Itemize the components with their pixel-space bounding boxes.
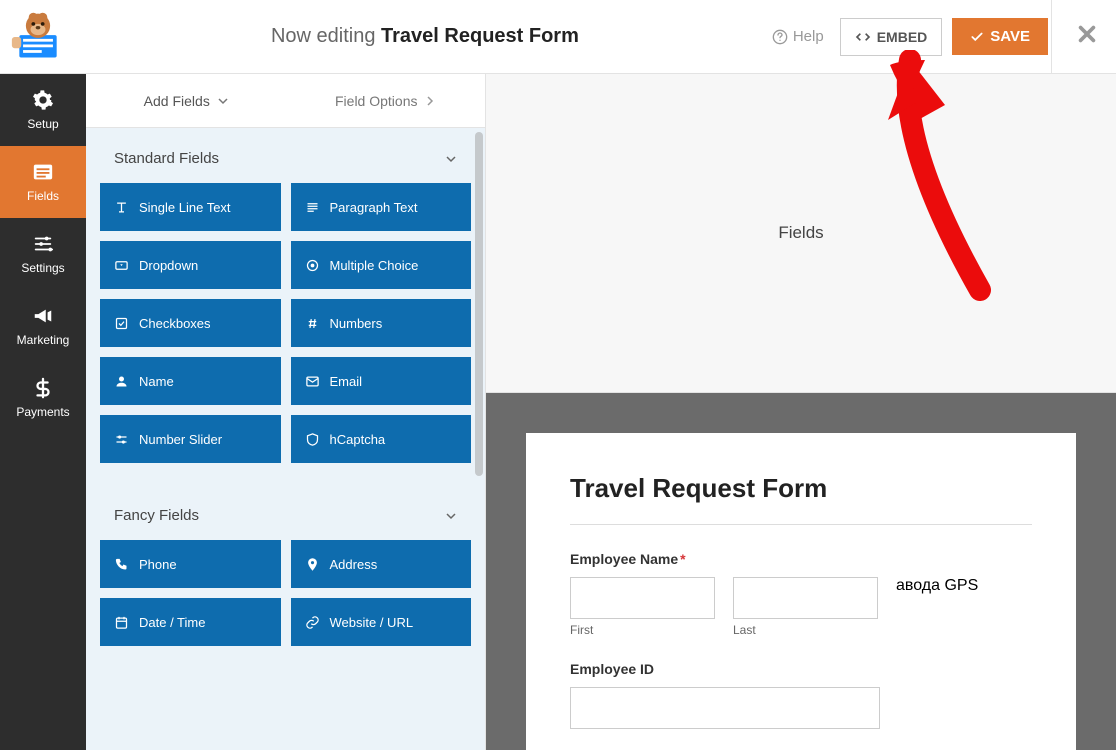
field-dropdown[interactable]: Dropdown bbox=[100, 241, 281, 289]
close-icon bbox=[1076, 23, 1098, 45]
help-icon bbox=[772, 29, 788, 45]
field-number-slider[interactable]: Number Slider bbox=[100, 415, 281, 463]
field-hcaptcha[interactable]: hCaptcha bbox=[291, 415, 472, 463]
list-icon bbox=[32, 161, 54, 183]
top-actions: Help EMBED SAVE bbox=[772, 18, 1098, 56]
gear-icon bbox=[32, 89, 54, 111]
chevron-down-icon bbox=[445, 153, 457, 165]
main-area: Setup Fields Settings Marketing Payments… bbox=[0, 74, 1116, 750]
tab-add-fields[interactable]: Add Fields bbox=[86, 74, 286, 128]
text-icon bbox=[114, 200, 129, 215]
help-label: Help bbox=[793, 28, 824, 45]
field-phone[interactable]: Phone bbox=[100, 540, 281, 588]
field-date-time[interactable]: Date / Time bbox=[100, 598, 281, 646]
calendar-icon bbox=[114, 615, 129, 630]
close-button[interactable] bbox=[1076, 23, 1098, 50]
bullhorn-icon bbox=[32, 305, 54, 327]
app-logo bbox=[8, 7, 68, 67]
field-numbers[interactable]: Numbers bbox=[291, 299, 472, 347]
field-employee-id: Employee ID bbox=[570, 661, 1032, 729]
sidebar-item-fields[interactable]: Fields bbox=[0, 146, 86, 218]
right-column: Fields Travel Request Form Employee Name… bbox=[486, 74, 1116, 750]
field-paragraph-text[interactable]: Paragraph Text bbox=[291, 183, 472, 231]
required-mark: * bbox=[680, 551, 685, 567]
sidebar-label: Setup bbox=[27, 117, 58, 131]
sidebar-item-payments[interactable]: Payments bbox=[0, 362, 86, 434]
first-name-input[interactable] bbox=[570, 577, 715, 619]
sidebar-item-marketing[interactable]: Marketing bbox=[0, 290, 86, 362]
fields-titlebar: Fields bbox=[486, 74, 1116, 393]
group-title: Standard Fields bbox=[114, 150, 219, 167]
top-header: Now editing Travel Request Form Help EMB… bbox=[0, 0, 1116, 74]
field-name[interactable]: Name bbox=[100, 357, 281, 405]
tab-field-options[interactable]: Field Options bbox=[286, 74, 486, 128]
save-button[interactable]: SAVE bbox=[952, 18, 1048, 55]
envelope-icon bbox=[305, 374, 320, 389]
standard-fields-grid: Single Line Text Paragraph Text Dropdown… bbox=[86, 183, 485, 485]
form-title: Travel Request Form bbox=[570, 473, 1032, 504]
save-label: SAVE bbox=[990, 28, 1030, 45]
sidebar-item-setup[interactable]: Setup bbox=[0, 74, 86, 146]
embed-button[interactable]: EMBED bbox=[840, 18, 943, 56]
panel-body: Standard Fields Single Line Text Paragra… bbox=[86, 128, 485, 750]
field-address[interactable]: Address bbox=[291, 540, 472, 588]
tab-label: Add Fields bbox=[144, 93, 210, 109]
titlebar-label: Fields bbox=[778, 223, 823, 243]
preview-area: Travel Request Form Employee Name* First… bbox=[486, 393, 1116, 750]
slider-icon bbox=[114, 432, 129, 447]
paragraph-icon bbox=[305, 200, 320, 215]
tab-label: Field Options bbox=[335, 93, 417, 109]
chevron-down-icon bbox=[445, 510, 457, 522]
group-header-standard[interactable]: Standard Fields bbox=[86, 128, 485, 183]
field-checkboxes[interactable]: Checkboxes bbox=[100, 299, 281, 347]
sidebar-label: Fields bbox=[27, 189, 59, 203]
group-header-fancy[interactable]: Fancy Fields bbox=[86, 485, 485, 540]
dropdown-icon bbox=[114, 258, 129, 273]
checkbox-icon bbox=[114, 316, 129, 331]
divider bbox=[570, 524, 1032, 525]
user-icon bbox=[114, 374, 129, 389]
sublabel-first: First bbox=[570, 623, 715, 637]
sidebar-label: Marketing bbox=[17, 333, 70, 347]
field-tabs: Add Fields Field Options bbox=[86, 74, 485, 128]
embed-label: EMBED bbox=[877, 29, 928, 45]
sublabel-last: Last bbox=[733, 623, 878, 637]
field-website-url[interactable]: Website / URL bbox=[291, 598, 472, 646]
pin-icon bbox=[305, 557, 320, 572]
field-multiple-choice[interactable]: Multiple Choice bbox=[291, 241, 472, 289]
field-email[interactable]: Email bbox=[291, 357, 472, 405]
scrollbar[interactable] bbox=[475, 132, 483, 476]
chevron-down-icon bbox=[218, 96, 228, 106]
shield-icon bbox=[305, 432, 320, 447]
form-card: Travel Request Form Employee Name* First… bbox=[526, 433, 1076, 750]
last-name-input[interactable] bbox=[733, 577, 878, 619]
dollar-icon bbox=[32, 377, 54, 399]
divider bbox=[1051, 0, 1052, 74]
editing-prefix: Now editing bbox=[271, 25, 376, 47]
field-single-line-text[interactable]: Single Line Text bbox=[100, 183, 281, 231]
field-employee-name: Employee Name* First Last авода GPS bbox=[570, 551, 1032, 637]
left-panel: Add Fields Field Options Standard Fields… bbox=[86, 74, 486, 750]
phone-icon bbox=[114, 557, 129, 572]
radio-icon bbox=[305, 258, 320, 273]
sidebar-item-settings[interactable]: Settings bbox=[0, 218, 86, 290]
employee-id-input[interactable] bbox=[570, 687, 880, 729]
hash-icon bbox=[305, 316, 320, 331]
link-icon bbox=[305, 615, 320, 630]
group-title: Fancy Fields bbox=[114, 507, 199, 524]
sidebar-label: Settings bbox=[21, 261, 64, 275]
chevron-right-icon bbox=[425, 96, 435, 106]
check-icon bbox=[970, 30, 984, 44]
page-title: Now editing Travel Request Form bbox=[78, 25, 772, 48]
field-label: Employee ID bbox=[570, 661, 1032, 677]
code-icon bbox=[855, 29, 871, 45]
field-label: Employee Name* bbox=[570, 551, 1032, 567]
fancy-fields-grid: Phone Address Date / Time Website / URL bbox=[86, 540, 485, 668]
sidebar: Setup Fields Settings Marketing Payments bbox=[0, 74, 86, 750]
form-name: Travel Request Form bbox=[381, 25, 579, 47]
sliders-icon bbox=[32, 233, 54, 255]
help-link[interactable]: Help bbox=[772, 28, 824, 45]
sidebar-label: Payments bbox=[16, 405, 69, 419]
